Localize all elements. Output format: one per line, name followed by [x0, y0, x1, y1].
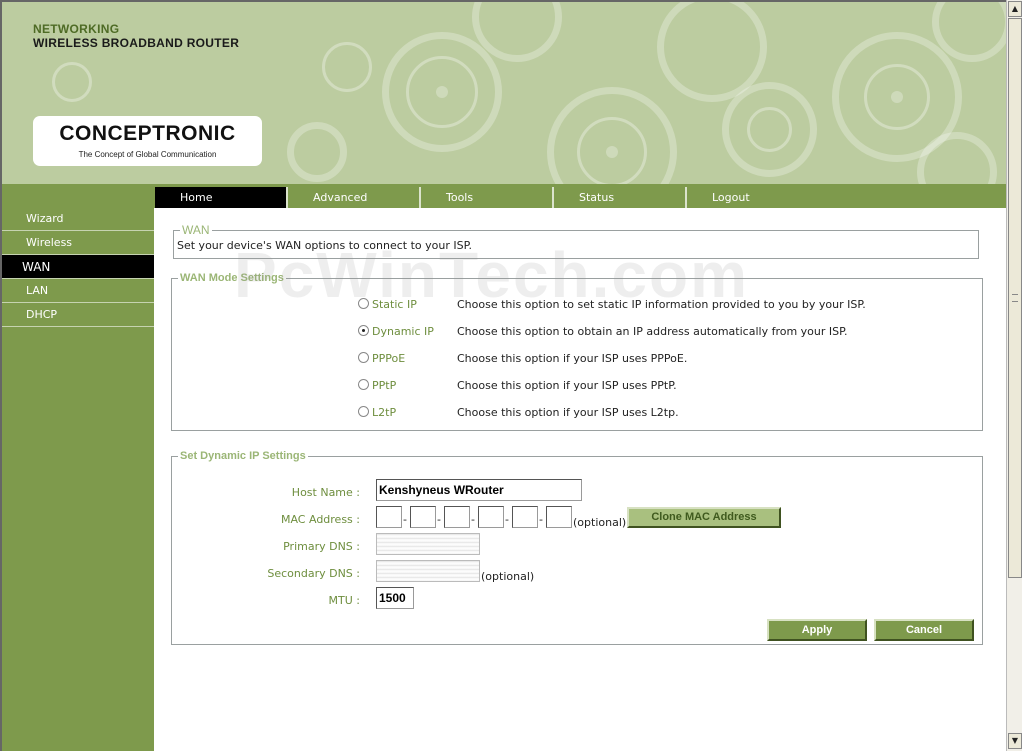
radio-dynamic-ip[interactable]	[358, 325, 369, 336]
tab-logout[interactable]: Logout	[687, 187, 820, 208]
mode-desc-l2tp: Choose this option if your ISP uses L2tp…	[457, 406, 679, 419]
vertical-scrollbar[interactable]: ▲ ▼	[1006, 0, 1022, 751]
radio-l2tp[interactable]	[358, 406, 369, 417]
mtu-label: MTU :	[328, 594, 360, 607]
apply-button[interactable]: Apply	[767, 619, 867, 641]
sidebar-item-lan[interactable]: LAN	[2, 279, 154, 303]
mode-desc-pppoe: Choose this option if your ISP uses PPPo…	[457, 352, 688, 365]
mac-octet-4-input[interactable]	[478, 506, 504, 528]
decor-dot	[606, 146, 618, 158]
mode-desc-dynamic-ip: Choose this option to obtain an IP addre…	[457, 325, 848, 338]
dynamic-ip-legend: Set Dynamic IP Settings	[180, 450, 306, 462]
primary-dns-label: Primary DNS :	[283, 540, 360, 553]
decor-ring	[322, 42, 372, 92]
tab-tools[interactable]: Tools	[421, 187, 554, 208]
mode-label-dynamic-ip: Dynamic IP	[372, 325, 434, 338]
mac-separator: -	[539, 513, 543, 526]
primary-dns-input[interactable]	[376, 533, 480, 555]
mac-octet-1-input[interactable]	[376, 506, 402, 528]
radio-pppoe[interactable]	[358, 352, 369, 363]
decor-dot	[436, 86, 448, 98]
secondary-dns-label: Secondary DNS :	[267, 567, 360, 580]
mode-desc-pptp: Choose this option if your ISP uses PPtP…	[457, 379, 677, 392]
browser-window: NETWORKING WIRELESS BROADBAND ROUTER CON…	[0, 0, 1006, 751]
scrollbar-thumb[interactable]	[1008, 18, 1022, 578]
sidebar-item-wireless[interactable]: Wireless	[2, 231, 154, 255]
scrollbar-grip-icon	[1012, 294, 1018, 302]
tab-advanced[interactable]: Advanced	[288, 187, 421, 208]
mode-label-l2tp: L2tP	[372, 406, 397, 419]
brand-networking: NETWORKING	[33, 22, 120, 36]
logo-name: CONCEPTRONIC	[59, 122, 236, 145]
mac-octet-5-input[interactable]	[512, 506, 538, 528]
host-name-label: Host Name :	[291, 486, 360, 499]
page-header: NETWORKING WIRELESS BROADBAND ROUTER CON…	[2, 2, 1006, 184]
watermark: PcWinTech.com	[234, 239, 749, 311]
tab-home[interactable]: Home	[155, 187, 288, 208]
mac-separator: -	[437, 513, 441, 526]
sidebar-nav: Wizard Wireless WAN LAN DHCP	[2, 184, 154, 751]
mac-optional-hint: (optional)	[573, 516, 627, 529]
sidebar-spacer	[2, 184, 154, 207]
logo-tagline: The Concept of Global Communication	[78, 150, 217, 159]
mac-separator: -	[471, 513, 475, 526]
secondary-dns-optional-hint: (optional)	[481, 570, 535, 583]
sidebar-item-dhcp[interactable]: DHCP	[2, 303, 154, 327]
mac-octet-2-input[interactable]	[410, 506, 436, 528]
mac-address-label: MAC Address :	[280, 513, 360, 526]
radio-pptp[interactable]	[358, 379, 369, 390]
decor-ring	[52, 62, 92, 102]
mac-octet-6-input[interactable]	[546, 506, 572, 528]
top-nav-tabs: Home Advanced Tools Status Logout	[154, 184, 1006, 208]
tab-status[interactable]: Status	[554, 187, 687, 208]
decor-ring	[287, 122, 347, 182]
conceptronic-logo: CONCEPTRONIC The Concept of Global Commu…	[33, 116, 262, 166]
decor-ring	[747, 107, 792, 152]
sidebar-item-wizard[interactable]: Wizard	[2, 207, 154, 231]
mode-label-pppoe: PPPoE	[372, 352, 406, 365]
scroll-down-arrow-icon[interactable]: ▼	[1008, 733, 1022, 749]
wan-legend: WAN	[182, 223, 210, 237]
mac-separator: -	[505, 513, 509, 526]
mac-separator: -	[403, 513, 407, 526]
dynamic-ip-fieldset: Set Dynamic IP Settings Host Name : Kens…	[171, 450, 983, 645]
secondary-dns-input[interactable]	[376, 560, 480, 582]
scroll-up-arrow-icon[interactable]: ▲	[1008, 1, 1022, 17]
host-name-input[interactable]: Kenshyneus WRouter	[376, 479, 582, 501]
brand-product: WIRELESS BROADBAND ROUTER	[33, 36, 240, 50]
clone-mac-button[interactable]: Clone MAC Address	[627, 507, 781, 528]
decor-dot	[891, 91, 903, 103]
mtu-input[interactable]: 1500	[376, 587, 414, 609]
sidebar-item-wan[interactable]: WAN	[2, 255, 154, 279]
cancel-button[interactable]: Cancel	[874, 619, 974, 641]
mac-octet-3-input[interactable]	[444, 506, 470, 528]
mode-label-pptp: PPtP	[372, 379, 397, 392]
